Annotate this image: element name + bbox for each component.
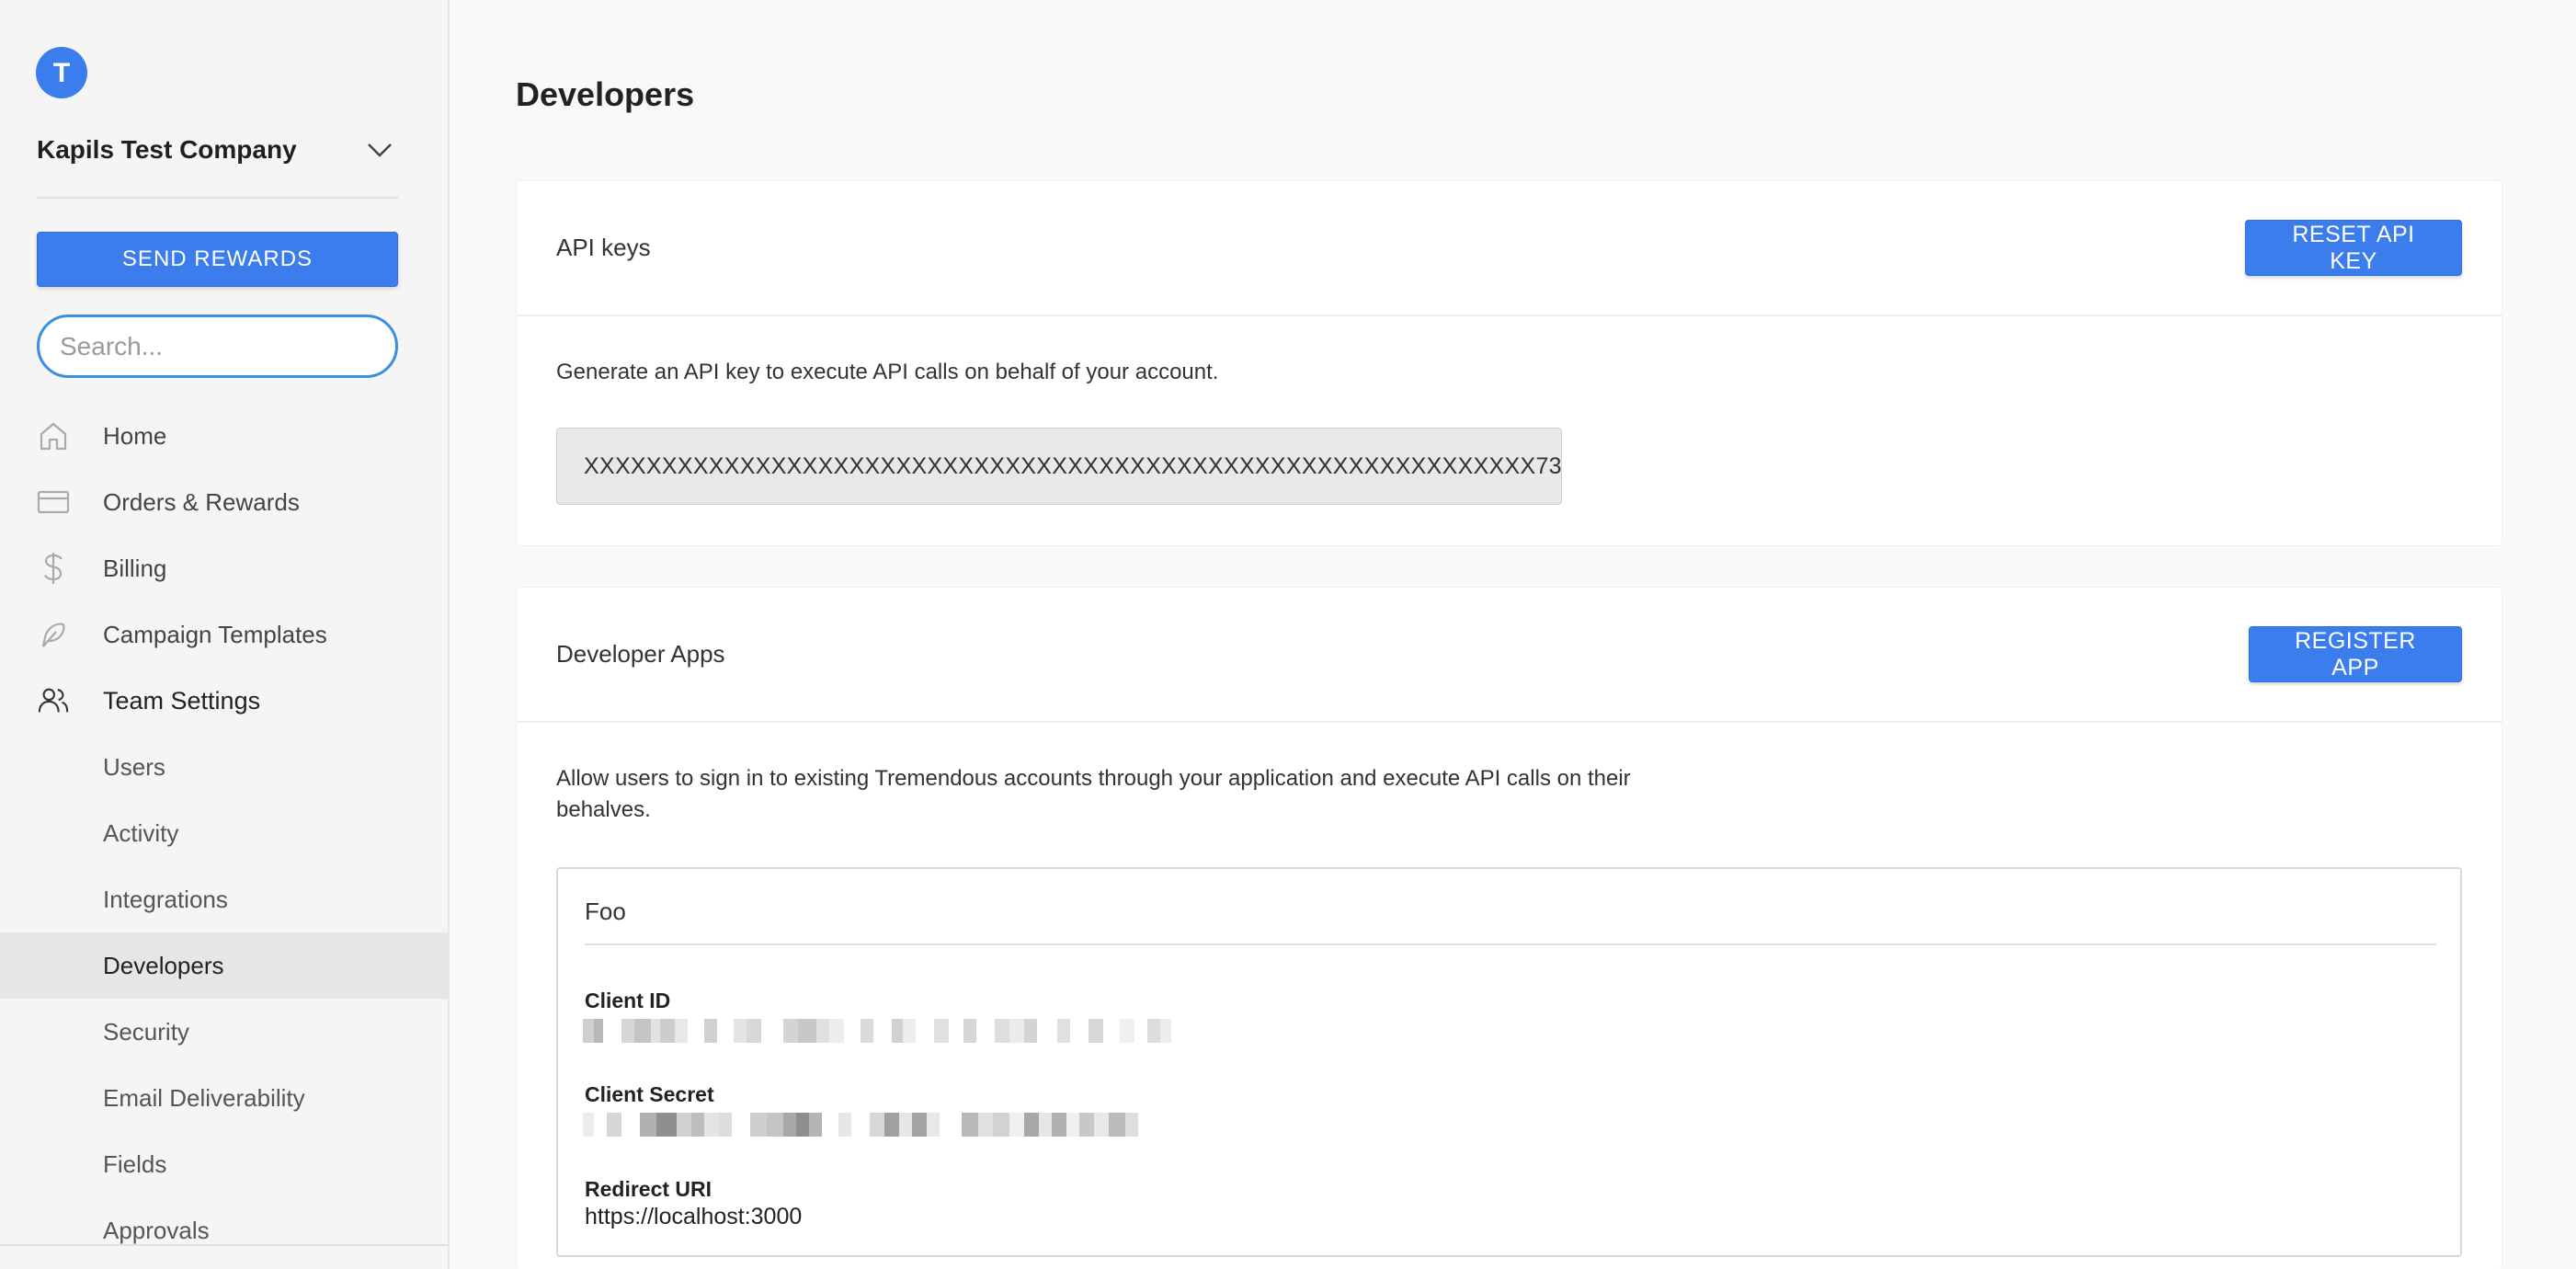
card-icon (37, 486, 70, 519)
sidebar-item-campaign-templates[interactable]: Campaign Templates (0, 601, 448, 668)
search-box[interactable] (37, 314, 398, 378)
developer-apps-header: Developer Apps REGISTER APP (517, 588, 2502, 723)
sidebar-item-label: Developers (103, 951, 224, 979)
developer-apps-title: Developer Apps (556, 640, 725, 668)
api-keys-description: Generate an API key to execute API calls… (556, 360, 1219, 384)
company-switcher[interactable]: Kapils Test Company (37, 127, 398, 173)
description-line: behalves. (556, 797, 651, 822)
svg-text:T: T (53, 58, 70, 88)
api-key-field[interactable]: XXXXXXXXXXXXXXXXXXXXXXXXXXXXXXXXXXXXXXXX… (556, 428, 1562, 505)
tremendous-logo-icon[interactable]: T (36, 47, 87, 98)
client-id-value-redacted (583, 1019, 1410, 1043)
sidebar-divider (37, 197, 398, 199)
users-icon (37, 684, 70, 717)
sidebar-item-fields[interactable]: Fields (0, 1131, 448, 1197)
developer-apps-description: Allow users to sign in to existing Treme… (556, 763, 1705, 826)
sidebar-item-billing[interactable]: Billing (0, 535, 448, 601)
api-keys-title: API keys (556, 234, 651, 261)
redirect-uri-value: https://localhost:3000 (585, 1204, 803, 1229)
app-divider (585, 943, 2436, 945)
api-keys-card: API keys RESET API KEY Generate an API k… (516, 180, 2502, 546)
reset-api-key-button[interactable]: RESET API KEY (2245, 220, 2462, 276)
client-secret-value-redacted (583, 1113, 1410, 1137)
description-line: Allow users to sign in to existing Treme… (556, 766, 1631, 791)
sidebar-item-label: Fields (103, 1149, 167, 1178)
company-name: Kapils Test Company (37, 135, 297, 164)
developer-apps-card: Developer Apps REGISTER APP Allow users … (516, 587, 2502, 1269)
app-name: Foo (585, 897, 626, 925)
sidebar-item-label: Activity (103, 818, 179, 847)
sidebar-item-label: Home (103, 421, 167, 450)
register-app-button[interactable]: REGISTER APP (2249, 626, 2462, 682)
sidebar-item-integrations[interactable]: Integrations (0, 866, 448, 932)
sidebar-bottom-divider (0, 1244, 448, 1246)
sidebar-item-approvals[interactable]: Approvals (0, 1197, 448, 1263)
sidebar-item-label: Orders & Rewards (103, 487, 300, 516)
sidebar-item-orders-rewards[interactable]: Orders & Rewards (0, 469, 448, 535)
redirect-uri-label: Redirect URI (585, 1177, 712, 1201)
sidebar-item-label: Users (103, 752, 165, 781)
chevron-down-icon (368, 143, 392, 157)
developer-app-card: Foo Client ID Client Secret Redirect URI… (556, 867, 2462, 1257)
api-keys-header: API keys RESET API KEY (517, 181, 2502, 316)
page-title: Developers (516, 75, 695, 113)
sidebar-item-home[interactable]: Home (0, 403, 448, 469)
dollar-icon (37, 552, 70, 585)
sidebar-item-label: Email Deliverability (103, 1083, 305, 1112)
sidebar-item-email-deliverability[interactable]: Email Deliverability (0, 1065, 448, 1131)
sidebar-nav: Home Orders & Rewards Billing Campaign T… (0, 403, 448, 1263)
search-input[interactable] (60, 331, 392, 361)
sidebar-item-developers[interactable]: Developers (0, 932, 448, 999)
sidebar-item-users[interactable]: Users (0, 734, 448, 800)
client-id-label: Client ID (585, 989, 671, 1012)
sidebar-item-activity[interactable]: Activity (0, 800, 448, 866)
sidebar-item-label: Team Settings (103, 686, 261, 715)
client-secret-label: Client Secret (585, 1082, 714, 1106)
sidebar: T Kapils Test Company SEND REWARDS Home … (0, 0, 450, 1269)
home-icon (37, 419, 70, 452)
sidebar-item-label: Approvals (103, 1216, 210, 1244)
sidebar-item-team-settings[interactable]: Team Settings (0, 668, 448, 734)
sidebar-item-security[interactable]: Security (0, 999, 448, 1065)
sidebar-item-label: Integrations (103, 885, 228, 913)
sidebar-item-label: Security (103, 1017, 189, 1046)
sidebar-item-label: Campaign Templates (103, 620, 327, 648)
sidebar-item-label: Billing (103, 554, 167, 582)
feather-icon (37, 618, 70, 651)
send-rewards-button[interactable]: SEND REWARDS (37, 232, 398, 287)
